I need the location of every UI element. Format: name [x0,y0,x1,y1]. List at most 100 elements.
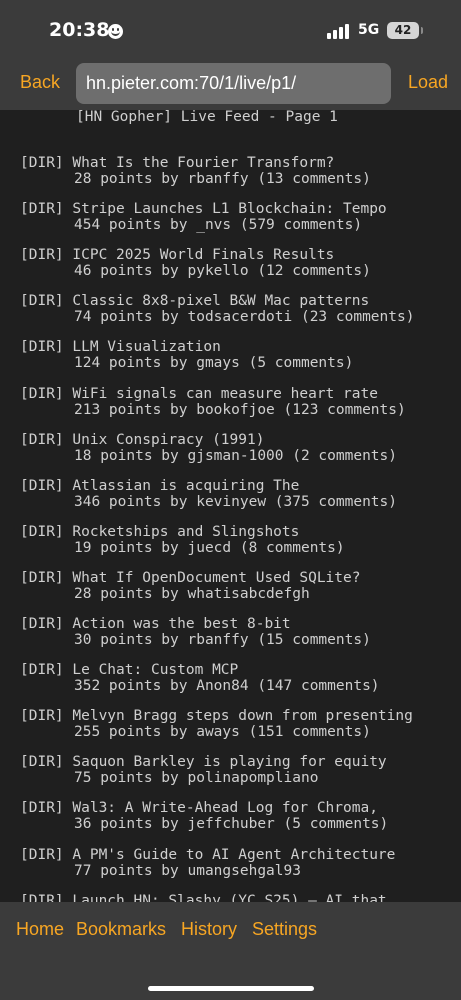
entry-type: [DIR] [20,569,64,586]
entry-type: [DIR] [20,892,64,902]
entry-title-link[interactable]: Le Chat: Custom MCP [72,662,238,678]
entry-title-link[interactable]: What If OpenDocument Used SQLite? [72,570,360,586]
entry-type: [DIR] [20,201,64,218]
entry-meta: 18 points by gjsman-1000 (2 comments) [74,447,398,464]
entry-title-line: [DIR] Stripe Launches L1 Blockchain: Tem… [20,201,387,217]
entry-title-link[interactable]: Rocketships and Slingshots [72,524,299,540]
entry-meta: 454 points by _nvs (579 comments) [74,217,363,234]
list-item[interactable]: [DIR] Melvyn Bragg steps down from prese… [20,708,413,748]
load-button[interactable]: Load [408,60,448,104]
entry-meta: 74 points by todsacerdoti (23 comments) [74,309,415,326]
entry-type: [DIR] [20,800,64,817]
list-item[interactable]: [DIR] Wal3: A Write-Ahead Log for Chroma… [20,800,388,840]
list-item[interactable]: [DIR] WiFi signals can measure heart rat… [20,386,406,426]
list-item[interactable]: [DIR] Atlassian is acquiring The 346 poin… [20,478,397,518]
entry-title-line: [DIR] Action was the best 8-bit [20,616,371,632]
home-tab[interactable]: Home [16,919,64,940]
entry-title-link[interactable]: Stripe Launches L1 Blockchain: Tempo [72,201,386,217]
entry-type: [DIR] [20,662,64,679]
entry-title-line: [DIR] ICPC 2025 World Finals Results [20,247,371,263]
entry-meta: 75 points by polinapompliano [74,770,319,787]
list-item[interactable]: [DIR] What Is the Fourier Transform? 28 p… [20,155,371,195]
entry-title-link[interactable]: What Is the Fourier Transform? [72,155,334,171]
list-item[interactable]: [DIR] Launch HN: Slashy (YC S25) – AI th… [20,893,387,902]
status-bar: 20:38 5G 42 [0,0,461,60]
battery-icon: 42 [387,22,419,39]
entry-title-link[interactable]: ICPC 2025 World Finals Results [72,247,334,263]
entry-meta: 19 points by juecd (8 comments) [74,539,345,556]
entry-type: [DIR] [20,293,64,310]
entry-title-link[interactable]: Unix Conspiracy (1991) [72,432,264,448]
entry-title-link[interactable]: Wal3: A Write-Ahead Log for Chroma, [72,800,378,816]
list-item[interactable]: [DIR] ICPC 2025 World Finals Results 46 p… [20,247,371,287]
entry-type: [DIR] [20,155,64,171]
clock: 20:38 [49,19,110,41]
entry-title-link[interactable]: Action was the best 8-bit [72,616,290,632]
entry-type: [DIR] [20,523,64,540]
entry-title-line: [DIR] A PM's Guide to AI Agent Architect… [20,847,395,863]
entry-type: [DIR] [20,431,64,448]
entry-title-line: [DIR] Atlassian is acquiring The [20,478,397,494]
entry-title-link[interactable]: Classic 8x8-pixel B&W Mac patterns [72,293,369,309]
list-item[interactable]: [DIR] Classic 8x8-pixel B&W Mac patterns… [20,293,414,333]
cellular-signal-icon [327,23,351,39]
entry-title-link[interactable]: Atlassian is acquiring The [72,478,299,494]
entry-type: [DIR] [20,846,64,863]
entry-meta: 30 points by rbanffy (15 comments) [74,632,371,648]
entry-type: [DIR] [20,708,64,725]
list-item[interactable]: [DIR] Unix Conspiracy (1991) 18 points by… [20,432,397,472]
entry-type: [DIR] [20,477,64,494]
list-item[interactable]: [DIR] LLM Visualization 124 points by gma… [20,339,353,379]
entry-title-line: [DIR] Launch HN: Slashy (YC S25) – AI th… [20,893,387,902]
entry-title-line: [DIR] Wal3: A Write-Ahead Log for Chroma… [20,800,388,816]
entry-title-line: [DIR] Rocketships and Slingshots [20,524,345,540]
navigation-bar: Back Load [0,60,461,110]
list-item[interactable]: [DIR] Stripe Launches L1 Blockchain: Tem… [20,201,387,241]
battery-tip-icon [421,27,423,34]
gopher-content[interactable]: [HN Gopher] Live Feed - Page 1 [DIR] Wha… [0,110,461,902]
list-item[interactable]: [DIR] Saquon Barkley is playing for equi… [20,754,387,794]
entry-title-line: [DIR] What If OpenDocument Used SQLite? [20,570,360,586]
entry-title-line: [DIR] Le Chat: Custom MCP [20,662,380,678]
entry-title-line: [DIR] Classic 8x8-pixel B&W Mac patterns [20,293,414,309]
entry-type: [DIR] [20,754,64,771]
entry-title-line: [DIR] Melvyn Bragg steps down from prese… [20,708,413,724]
list-item[interactable]: [DIR] Action was the best 8-bit 30 points… [20,616,371,656]
entry-type: [DIR] [20,385,64,402]
entry-title-line: [DIR] What Is the Fourier Transform? [20,155,371,171]
page-title: [HN Gopher] Live Feed - Page 1 [76,110,338,125]
entry-type: [DIR] [20,247,64,264]
entry-title-link[interactable]: Melvyn Bragg steps down from presenting [72,708,412,724]
list-item[interactable]: [DIR] A PM's Guide to AI Agent Architect… [20,847,395,887]
back-button[interactable]: Back [20,60,60,104]
entry-meta: 352 points by Anon84 (147 comments) [74,678,380,695]
entry-title-link[interactable]: Saquon Barkley is playing for equity [72,754,386,770]
entry-meta: 36 points by jeffchuber (5 comments) [74,816,389,833]
entry-title-line: [DIR] LLM Visualization [20,339,353,355]
url-input[interactable] [76,63,391,104]
entry-meta: 77 points by umangsehgal93 [74,862,301,879]
entry-meta: 28 points by whatisabcdefgh [74,585,310,602]
entry-type: [DIR] [20,616,64,632]
focus-smiley-icon [108,24,123,39]
settings-tab[interactable]: Settings [252,919,317,940]
entry-title-link[interactable]: A PM's Guide to AI Agent Architecture [72,847,395,863]
entry-title-line: [DIR] Unix Conspiracy (1991) [20,432,397,448]
entry-meta: 124 points by gmays (5 comments) [74,355,354,372]
history-tab[interactable]: History [181,919,237,940]
list-item[interactable]: [DIR] Rocketships and Slingshots 19 point… [20,524,345,564]
entry-meta: 28 points by rbanffy (13 comments) [74,171,371,187]
entry-title-link[interactable]: Launch HN: Slashy (YC S25) – AI that [72,893,386,902]
list-item[interactable]: [DIR] What If OpenDocument Used SQLite? 2… [20,570,360,610]
bookmarks-tab[interactable]: Bookmarks [76,919,166,940]
network-type: 5G [358,22,380,38]
entry-title-line: [DIR] WiFi signals can measure heart rat… [20,386,406,402]
entry-meta: 46 points by pykello (12 comments) [74,263,371,280]
entry-title-link[interactable]: WiFi signals can measure heart rate [72,386,378,402]
entry-type: [DIR] [20,339,64,356]
list-item[interactable]: [DIR] Le Chat: Custom MCP 352 points by A… [20,662,380,702]
entry-meta: 346 points by kevinyew (375 comments) [74,493,398,510]
entry-meta: 255 points by aways (151 comments) [74,724,371,741]
entry-title-link[interactable]: LLM Visualization [72,339,220,355]
home-indicator [148,986,314,991]
